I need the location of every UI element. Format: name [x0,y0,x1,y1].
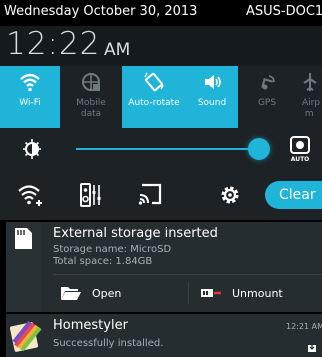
brightness-slider-thumb[interactable] [248,138,270,160]
screen-cast-icon[interactable] [138,183,164,211]
open-label: Open [92,286,122,300]
tile-label: Airp m [302,98,321,119]
install-complete-icon [307,338,317,357]
gear-icon[interactable] [218,183,242,211]
folder-icon [60,285,82,301]
open-button[interactable]: Open [60,280,121,306]
shortcut-row: Clear [0,170,322,220]
tile-auto-rotate[interactable]: Auto-rotate [122,66,186,128]
notification-homestyler[interactable]: Homestyler Successfully installed. 12:21… [6,314,322,357]
gps-icon [238,71,296,93]
mobile-data-icon [60,71,122,93]
svg-text:AUTO: AUTO [291,156,310,162]
equalizer-icon[interactable] [80,183,102,211]
divider [53,274,322,275]
tile-sound[interactable]: Sound [186,66,238,128]
notification-title: External storage inserted [53,226,218,241]
tile-label: Auto-rotate [128,98,180,108]
tile-mobile-data[interactable]: Mobile data [60,66,122,128]
status-bar: Wednesday October 30, 2013 ASUS-DOC1 [0,0,322,26]
wifi-icon [0,71,60,93]
auto-rotate-icon [122,71,186,93]
tile-label: Mobile data [76,98,106,119]
airplane-mode-icon [296,71,322,93]
tile-label: Wi-Fi [19,98,41,108]
tile-airplane-mode[interactable]: Airp m [296,66,322,128]
notification-storage[interactable]: External storage inserted Storage name: … [6,222,322,312]
unmount-icon [200,287,222,299]
sound-icon [186,71,238,93]
clock-header: 12:22 AM [0,26,322,66]
clock-time: 12:22 [6,26,101,62]
clear-button[interactable]: Clear [265,181,322,209]
quick-settings-row: Wi-Fi Mobile data Auto-rotate Sound GPS A… [0,66,322,128]
auto-brightness-icon[interactable]: AUTO [288,136,312,163]
clock-ampm: AM [104,40,131,60]
brightness-slider-track[interactable] [76,148,260,150]
tile-label: Sound [197,98,227,108]
status-date: Wednesday October 30, 2013 [4,4,198,19]
wifi-settings-icon[interactable] [18,183,44,211]
action-divider [188,282,189,304]
brightness-icon [22,138,42,164]
notification-storage-name: Storage name: MicroSD [53,244,172,255]
tile-wifi[interactable]: Wi-Fi [0,66,60,128]
tile-label: GPS [257,98,277,108]
homestyler-app-icon [9,318,42,352]
tile-gps[interactable]: GPS [238,66,296,128]
notification-title: Homestyler [53,318,128,333]
notification-subtitle: Successfully installed. [53,338,164,349]
unmount-button[interactable]: Unmount [200,280,283,306]
status-device-name: ASUS-DOC1 [246,4,322,19]
brightness-row: AUTO [0,128,322,170]
unmount-label: Unmount [232,286,283,300]
notification-total-space: Total space: 1.84GB [53,256,153,267]
sd-card-icon [6,222,41,312]
notification-time: 12:21 AM [286,322,322,331]
